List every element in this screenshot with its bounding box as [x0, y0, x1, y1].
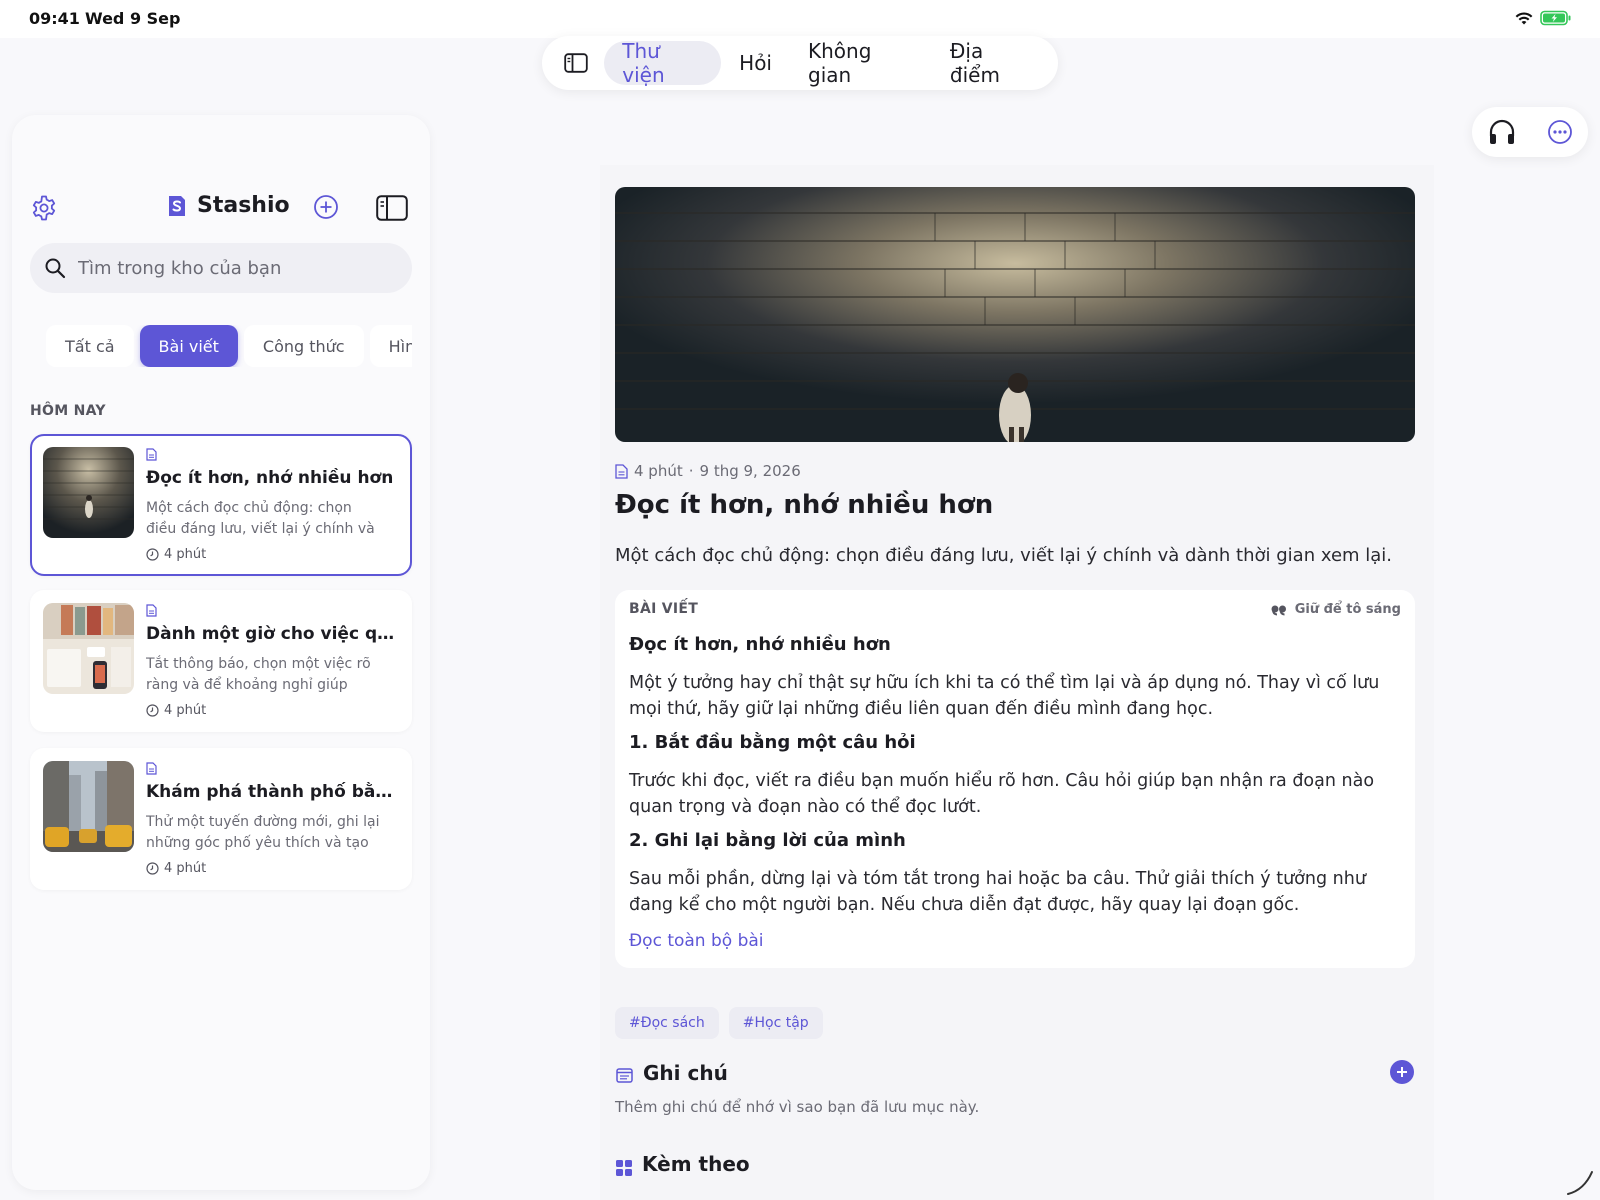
document-icon — [146, 762, 157, 775]
tag-reading[interactable]: #Đọc sách — [615, 1007, 719, 1039]
sidebar-toggle-button[interactable] — [548, 41, 604, 85]
card-time-label: 4 phút — [164, 703, 207, 718]
meta-separator: · — [688, 462, 694, 480]
resize-handle[interactable] — [1566, 1168, 1594, 1196]
section-2-title: 2. Ghi lại bằng lời của mình — [629, 830, 906, 851]
battery-icon — [1540, 10, 1571, 26]
document-icon — [615, 463, 628, 479]
sidebar-header: Stashio — [12, 187, 430, 231]
article-meta: 4 phút · 9 thg 9, 2026 — [615, 462, 801, 480]
card-read-time: 4 phút — [146, 703, 206, 718]
brand: Stashio — [167, 193, 290, 218]
section-1-body: Trước khi đọc, viết ra điều bạn muốn hiể… — [629, 771, 1375, 817]
clock-icon — [146, 704, 159, 717]
card-title: Dành một giờ cho việc qua... — [146, 624, 396, 644]
notes-hint: Thêm ghi chú để nhớ vì sao bạn đã lưu mụ… — [615, 1098, 980, 1116]
card-description: Tắt thông báo, chọn một việc rõ ràng và … — [146, 656, 371, 693]
top-navigation: Thư viện Hỏi Không gian Địa điểm — [542, 36, 1058, 90]
card-thumbnail — [43, 603, 134, 694]
notes-header: Ghi chú — [616, 1059, 1416, 1093]
notes-title: Ghi chú — [643, 1061, 728, 1085]
content-intro: Một ý tưởng hay chỉ thật sự hữu ích khi … — [629, 673, 1380, 719]
headphones-icon[interactable] — [1488, 119, 1516, 145]
filter-recipes[interactable]: Công thức — [243, 325, 364, 367]
search-icon — [45, 258, 66, 279]
document-icon — [146, 448, 157, 461]
meta-read-time: 4 phút — [634, 462, 683, 480]
more-icon[interactable] — [1547, 119, 1573, 145]
clock-icon — [146, 862, 159, 875]
floating-toolbar — [1472, 107, 1588, 157]
status-bar: 09:41 Wed 9 Sep — [0, 0, 1600, 38]
tab-ask[interactable]: Hỏi — [721, 41, 790, 85]
card-thumbnail — [43, 761, 134, 852]
status-icons — [1514, 10, 1572, 26]
tab-library[interactable]: Thư viện — [604, 39, 722, 87]
section-1-title: 1. Bắt đầu bằng một câu hỏi — [629, 732, 916, 753]
tag-list: #Đọc sách #Học tập — [615, 1007, 823, 1039]
article-content-card: BÀI VIẾT Giữ để tô sáng Đọc ít hơn, nhớ … — [615, 590, 1415, 968]
tag-learning[interactable]: #Học tập — [728, 1007, 823, 1039]
filter-images[interactable]: Hình — [369, 325, 412, 367]
quote-icon — [1271, 605, 1286, 615]
sidebar: Stashio Tất cảBài viếtCông thứcHình HÔM … — [12, 115, 430, 1190]
filter-all[interactable]: Tất cả — [46, 325, 134, 367]
brand-name: Stashio — [197, 193, 290, 218]
read-full-link[interactable]: Đọc toàn bộ bài — [629, 931, 764, 951]
clock-icon — [146, 548, 159, 561]
highlight-hint: Giữ để tô sáng — [1271, 602, 1401, 617]
search-input[interactable] — [78, 257, 378, 279]
note-icon — [616, 1068, 633, 1083]
list-item[interactable]: Đọc ít hơn, nhớ nhiều hơn Một cách đọc c… — [30, 434, 412, 576]
article-title: Đọc ít hơn, nhớ nhiều hơn — [615, 490, 994, 520]
filter-articles[interactable]: Bài viết — [139, 325, 238, 367]
card-read-time: 4 phút — [146, 861, 206, 876]
section-label-today: HÔM NAY — [30, 403, 106, 419]
add-note-button[interactable] — [1390, 1060, 1414, 1084]
sidebar-toggle-icon — [564, 53, 588, 73]
status-time: 09:41 — [29, 9, 80, 28]
panel-icon[interactable] — [376, 195, 408, 221]
grid-icon — [616, 1160, 632, 1176]
article-subtitle: Một cách đọc chủ động: chọn điều đáng lư… — [615, 545, 1393, 566]
status-date: Wed 9 Sep — [85, 9, 181, 28]
add-icon[interactable] — [313, 194, 339, 220]
card-title: Đọc ít hơn, nhớ nhiều hơn — [146, 468, 394, 488]
card-read-time: 4 phút — [146, 547, 206, 562]
tab-spaces[interactable]: Không gian — [790, 39, 932, 87]
gear-icon[interactable] — [30, 194, 58, 222]
hero-image — [615, 187, 1415, 442]
card-time-label: 4 phút — [164, 547, 207, 562]
add-icon — [1397, 1067, 1407, 1077]
card-thumbnail — [43, 447, 134, 538]
highlight-hint-label: Giữ để tô sáng — [1294, 602, 1401, 617]
list-item[interactable]: Khám phá thành phố bằng... Thử một tuyến… — [30, 748, 412, 890]
content-heading: Đọc ít hơn, nhớ nhiều hơn — [629, 634, 891, 655]
document-icon — [146, 604, 157, 617]
attachments-title: Kèm theo — [642, 1152, 750, 1176]
tab-places[interactable]: Địa điểm — [932, 39, 1052, 87]
card-time-label: 4 phút — [164, 861, 207, 876]
content-label: BÀI VIẾT — [629, 601, 699, 617]
card-title: Khám phá thành phố bằng... — [146, 782, 396, 802]
card-description: Thử một tuyến đường mới, ghi lại những g… — [146, 814, 380, 851]
brand-logo-icon — [169, 195, 185, 216]
section-2-body: Sau mỗi phần, dừng lại và tóm tắt trong … — [629, 869, 1366, 915]
card-description: Một cách đọc chủ động: chọn điều đáng lư… — [146, 500, 375, 537]
search-bar — [30, 243, 412, 293]
filter-chips: Tất cảBài viếtCông thứcHình — [30, 325, 412, 367]
meta-date: 9 thg 9, 2026 — [699, 462, 801, 480]
list-item[interactable]: Dành một giờ cho việc qua... Tắt thông b… — [30, 590, 412, 732]
wifi-icon — [1515, 12, 1533, 25]
